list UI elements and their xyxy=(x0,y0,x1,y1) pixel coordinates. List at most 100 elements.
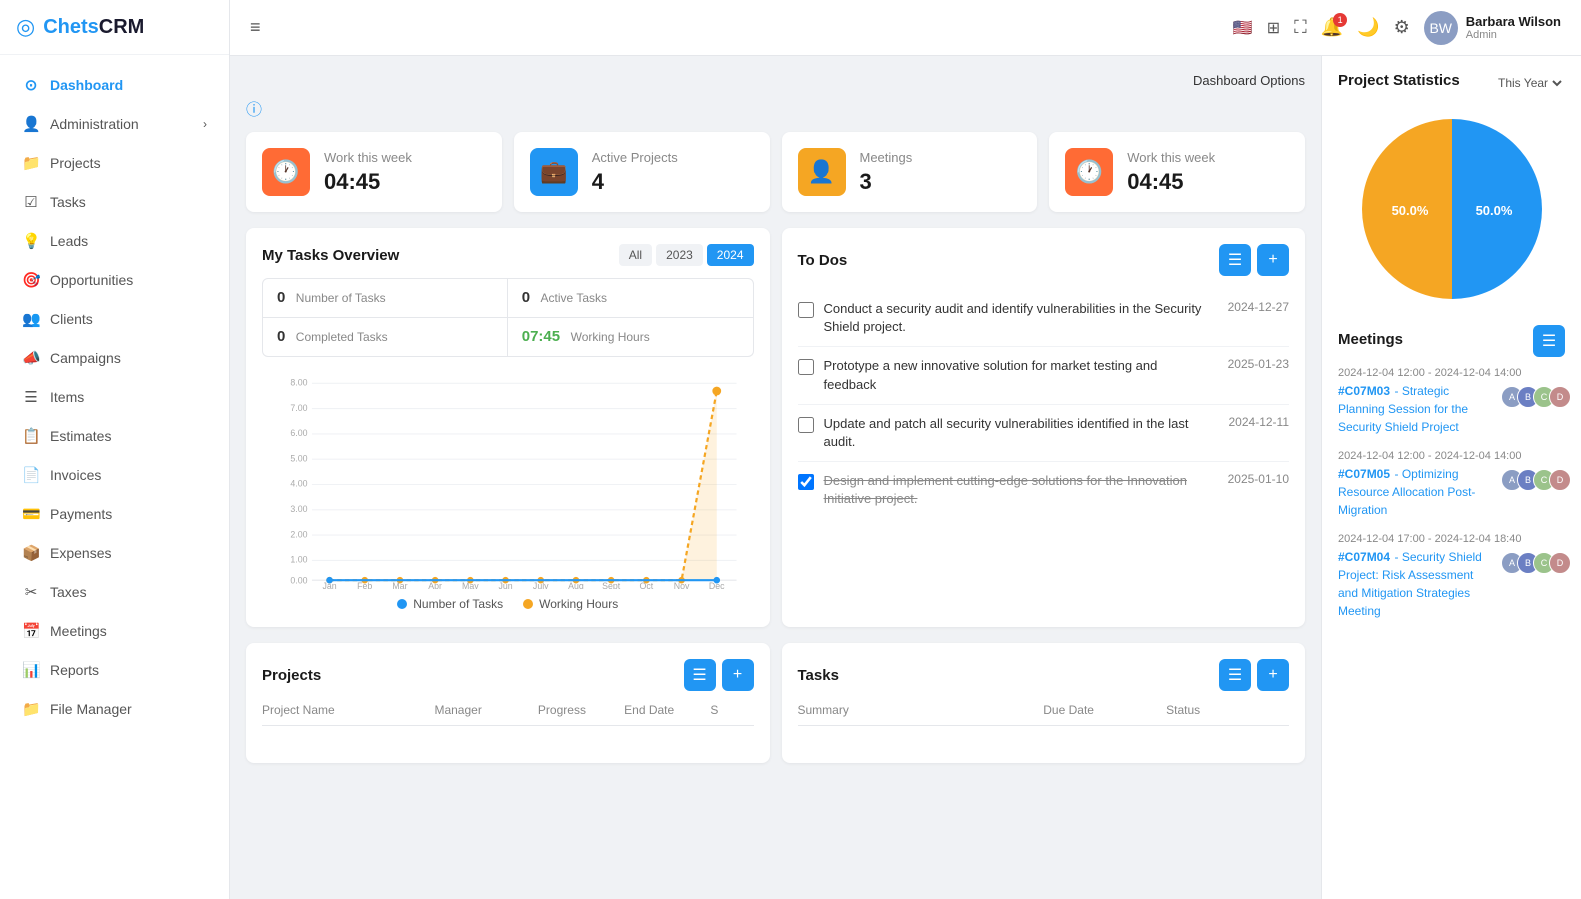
sidebar-item-dashboard[interactable]: ⊙ Dashboard xyxy=(6,66,223,104)
sidebar-item-label: Invoices xyxy=(50,467,101,483)
svg-text:Feb: Feb xyxy=(357,581,372,589)
todos-header: To Dos ☰ + xyxy=(798,244,1290,276)
expenses-icon: 📦 xyxy=(22,544,40,562)
svg-text:July: July xyxy=(533,581,549,589)
info-icon: ⓘ xyxy=(246,96,262,120)
todos-list-btn[interactable]: ☰ xyxy=(1219,244,1251,276)
taxes-icon: ✂ xyxy=(22,583,40,601)
stats-row: 🕐 Work this week 04:45 💼 Active Projects… xyxy=(246,132,1305,212)
svg-text:6.00: 6.00 xyxy=(290,428,307,438)
sidebar-item-expenses[interactable]: 📦 Expenses xyxy=(6,534,223,572)
sidebar-item-leads[interactable]: 💡 Leads xyxy=(6,222,223,260)
sidebar-item-label: Taxes xyxy=(50,584,87,600)
col-end-date: End Date xyxy=(624,703,710,717)
meeting-item: 2024-12-04 17:00 - 2024-12-04 18:40 #C07… xyxy=(1338,533,1565,620)
svg-text:Oct: Oct xyxy=(640,581,654,589)
tab-2024[interactable]: 2024 xyxy=(707,244,754,266)
user-menu[interactable]: BW Barbara Wilson Admin xyxy=(1424,11,1561,45)
sidebar-item-label: Items xyxy=(50,389,84,405)
todo-checkbox-4[interactable] xyxy=(798,474,814,490)
meetings-list-btn[interactable]: ☰ xyxy=(1533,325,1565,357)
svg-text:5.00: 5.00 xyxy=(290,453,307,463)
sidebar-item-campaigns[interactable]: 📣 Campaigns xyxy=(6,339,223,377)
todos-title: To Dos xyxy=(798,252,848,269)
todo-checkbox-2[interactable] xyxy=(798,359,814,375)
sidebar-item-administration[interactable]: 👤 Administration › xyxy=(6,105,223,143)
user-info: Barbara Wilson Admin xyxy=(1466,14,1561,41)
sidebar-item-label: Opportunities xyxy=(50,272,133,288)
year-select[interactable]: This Year Last Year xyxy=(1494,75,1565,91)
sidebar-item-payments[interactable]: 💳 Payments xyxy=(6,495,223,533)
dashboard-options-link[interactable]: Dashboard Options xyxy=(1193,73,1305,88)
todo-checkbox-1[interactable] xyxy=(798,302,814,318)
logo[interactable]: ◎ ChetsCRM xyxy=(0,0,229,55)
tasks-list-btn[interactable]: ☰ xyxy=(1219,659,1251,691)
tasks-stat-number: 0 Number of Tasks xyxy=(263,279,508,317)
svg-text:7.00: 7.00 xyxy=(290,403,307,413)
meeting-title-2[interactable]: #C07M05 - Optimizing Resource Allocation… xyxy=(1338,465,1495,519)
todo-text-1: Conduct a security audit and identify vu… xyxy=(824,300,1210,336)
stat-label: Meetings xyxy=(860,150,913,165)
meeting-title-3[interactable]: #C07M04 - Security Shield Project: Risk … xyxy=(1338,548,1495,620)
sidebar-item-opportunities[interactable]: 🎯 Opportunities xyxy=(6,261,223,299)
sidebar: ◎ ChetsCRM ⊙ Dashboard 👤 Administration … xyxy=(0,0,230,899)
col-manager: Manager xyxy=(434,703,537,717)
todo-date-3: 2024-12-11 xyxy=(1229,415,1290,429)
todos-add-btn[interactable]: + xyxy=(1257,244,1289,276)
svg-text:Nov: Nov xyxy=(674,581,690,589)
col-project-name: Project Name xyxy=(262,703,434,717)
sidebar-item-label: Estimates xyxy=(50,428,111,444)
sidebar-item-taxes[interactable]: ✂ Taxes xyxy=(6,573,223,611)
sidebar-item-items[interactable]: ☰ Items xyxy=(6,378,223,416)
sidebar-item-tasks[interactable]: ☑ Tasks xyxy=(6,183,223,221)
sidebar-item-projects[interactable]: 📁 Projects xyxy=(6,144,223,182)
topbar-left: ≡ xyxy=(250,17,261,38)
svg-text:Dec: Dec xyxy=(709,581,725,589)
projects-list-btn[interactable]: ☰ xyxy=(684,659,716,691)
todo-item: Prototype a new innovative solution for … xyxy=(798,347,1290,404)
sidebar-item-filemanager[interactable]: 📁 File Manager xyxy=(6,690,223,728)
legend-tasks: Number of Tasks xyxy=(397,597,503,611)
invoices-icon: 📄 xyxy=(22,466,40,484)
stat-info: Active Projects 4 xyxy=(592,150,678,195)
menu-toggle-button[interactable]: ≡ xyxy=(250,17,261,38)
tasks-table-panel: Tasks ☰ + Summary Due Date Status xyxy=(782,643,1306,763)
todo-checkbox-3[interactable] xyxy=(798,417,814,433)
tab-all[interactable]: All xyxy=(619,244,652,266)
info-row: ⓘ xyxy=(246,96,1305,120)
tasks-add-btn[interactable]: + xyxy=(1257,659,1289,691)
meeting-time-3: 2024-12-04 17:00 - 2024-12-04 18:40 xyxy=(1338,533,1565,545)
sidebar-item-invoices[interactable]: 📄 Invoices xyxy=(6,456,223,494)
dark-mode-icon[interactable]: 🌙 xyxy=(1357,17,1379,38)
todo-item: Design and implement cutting-edge soluti… xyxy=(798,462,1290,518)
fullscreen-icon[interactable]: ⛶ xyxy=(1294,17,1307,38)
tab-2023[interactable]: 2023 xyxy=(656,244,703,266)
settings-icon[interactable]: ⚙ xyxy=(1394,17,1410,38)
apps-grid-icon[interactable]: ⊞ xyxy=(1267,18,1280,38)
avatar: BW xyxy=(1424,11,1458,45)
projects-table-title: Projects xyxy=(262,667,321,684)
todo-item: Conduct a security audit and identify vu… xyxy=(798,290,1290,347)
content-area: Dashboard Options ⓘ 🕐 Work this week 04:… xyxy=(230,56,1581,899)
projects-add-btn[interactable]: + xyxy=(722,659,754,691)
stat-label: Active Projects xyxy=(592,150,678,165)
meetings-right-title: Meetings xyxy=(1338,331,1403,348)
items-icon: ☰ xyxy=(22,388,40,406)
mid-row: My Tasks Overview All 2023 2024 0 Number… xyxy=(246,228,1305,627)
meeting-title-1[interactable]: #C07M03 - Strategic Planning Session for… xyxy=(1338,382,1495,436)
chart-svg: 8.00 7.00 6.00 5.00 4.00 3.00 2.00 1.00 … xyxy=(262,369,754,589)
sidebar-item-clients[interactable]: 👥 Clients xyxy=(6,300,223,338)
proj-stats-title: Project Statistics xyxy=(1338,72,1460,89)
svg-text:1.00: 1.00 xyxy=(290,555,307,565)
notification-badge: 1 xyxy=(1333,13,1347,27)
tasks-table-header: Tasks ☰ + xyxy=(798,659,1290,691)
sidebar-item-estimates[interactable]: 📋 Estimates xyxy=(6,417,223,455)
topbar: ≡ 🇺🇸 ⊞ ⛶ 🔔 1 🌙 ⚙ BW Barbara Wilson Admin xyxy=(230,0,1581,56)
user-name: Barbara Wilson xyxy=(1466,14,1561,29)
sidebar-item-meetings[interactable]: 📅 Meetings xyxy=(6,612,223,650)
projects-table-cols: Project Name Manager Progress End Date S xyxy=(262,703,754,726)
sidebar-item-reports[interactable]: 📊 Reports xyxy=(6,651,223,689)
language-flag-icon[interactable]: 🇺🇸 xyxy=(1233,18,1253,38)
meeting-item: 2024-12-04 12:00 - 2024-12-04 14:00 #C07… xyxy=(1338,367,1565,436)
notifications-icon[interactable]: 🔔 1 xyxy=(1321,17,1343,38)
